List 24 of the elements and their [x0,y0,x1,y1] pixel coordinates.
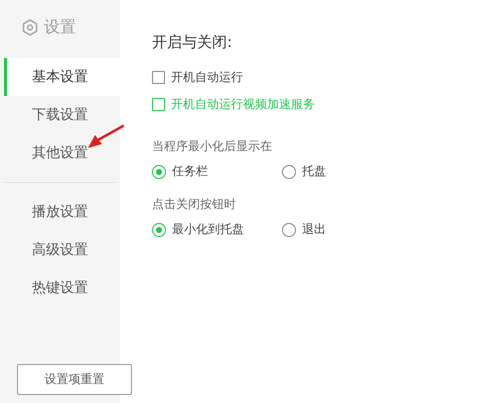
sidebar-item[interactable]: 播放设置 [4,193,120,231]
checkbox[interactable] [152,98,165,111]
radio-label[interactable]: 最小化到托盘 [172,221,244,238]
radio-button[interactable] [282,164,296,178]
radio-label[interactable]: 托盘 [302,163,326,180]
sidebar-item[interactable]: 高级设置 [4,231,120,269]
hexagon-settings-icon [22,18,38,36]
sidebar-title: 设置 [44,16,76,38]
sidebar-item[interactable]: 其他设置 [4,134,120,172]
option-label: 当程序最小化后显示在 [152,138,273,155]
checkbox-label[interactable]: 开机自动运行 [171,69,243,86]
arrow-annotation [86,124,124,150]
reset-settings-button[interactable]: 设置项重置 [17,364,132,395]
option-label: 点击关闭按钮时 [152,196,237,213]
checkbox[interactable] [152,71,165,84]
section-heading: 开启与关闭: [152,33,234,52]
radio-button[interactable] [152,164,166,178]
radio-button[interactable] [282,222,296,236]
radio-label[interactable]: 退出 [302,221,326,238]
sidebar-item[interactable]: 下载设置 [4,96,120,134]
radio-label[interactable]: 任务栏 [172,163,208,180]
sidebar-item[interactable]: 热键设置 [4,269,120,307]
sidebar-item[interactable]: 基本设置 [4,58,120,96]
radio-button[interactable] [152,222,166,236]
